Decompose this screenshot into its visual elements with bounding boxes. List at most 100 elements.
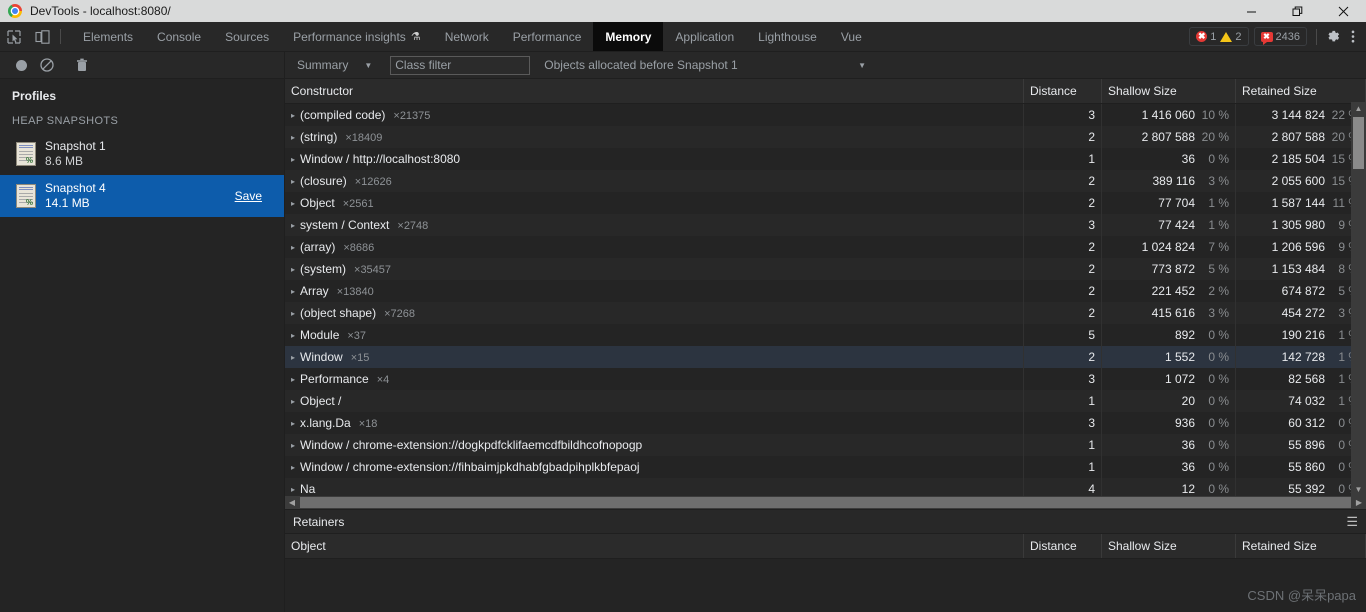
tab-memory[interactable]: Memory [593, 22, 664, 51]
table-row[interactable]: ▸ Window ×15 2 1 552 0 % 142 728 1 % [285, 346, 1366, 368]
retainers-column-distance[interactable]: Distance [1023, 534, 1102, 559]
table-row[interactable]: ▸ (array) ×8686 2 1 024 824 7 % 1 206 596 9 % [285, 236, 1366, 258]
table-row[interactable]: ▸ Module ×37 5 892 0 % 190 216 1 % [285, 324, 1366, 346]
record-button-icon[interactable] [8, 52, 34, 79]
expand-triangle-icon[interactable]: ▸ [291, 375, 295, 384]
tab-console[interactable]: Console [145, 22, 213, 51]
retainers-column-object[interactable]: Object [285, 534, 1024, 559]
column-header-retained-size[interactable]: Retained Size [1235, 79, 1366, 104]
instance-count: ×2748 [397, 220, 429, 232]
snapshot-size: 8.6 MB [45, 154, 84, 168]
toolbar-divider [60, 29, 61, 44]
retainers-column-retained-size[interactable]: Retained Size [1235, 534, 1366, 559]
cell-distance: 2 [1023, 258, 1102, 280]
snapshot-icon [16, 184, 36, 208]
snapshot-item-4[interactable]: Snapshot 4 14.1 MB Save [0, 175, 284, 217]
expand-triangle-icon[interactable]: ▸ [291, 177, 295, 186]
scroll-right-icon[interactable]: ▶ [1352, 498, 1366, 507]
window-controls [1228, 0, 1366, 22]
device-toolbar-icon[interactable] [28, 22, 56, 51]
hamburger-menu-icon[interactable]: ☰ [1346, 515, 1358, 528]
tab-vue[interactable]: Vue [829, 22, 874, 51]
percent: 0 % [1208, 416, 1229, 430]
scroll-up-icon[interactable]: ▲ [1355, 102, 1363, 115]
table-row[interactable]: ▸ (string) ×18409 2 2 807 588 20 % 2 807 588 20… [285, 126, 1366, 148]
watermark: CSDN @呆呆papa [1247, 588, 1356, 603]
table-row[interactable]: ▸ Window / http://localhost:8080 1 36 0 % 2 1… [285, 148, 1366, 170]
expand-triangle-icon[interactable]: ▸ [291, 111, 295, 120]
tab-performance[interactable]: Performance [501, 22, 594, 51]
expand-triangle-icon[interactable]: ▸ [291, 287, 295, 296]
snapshot-name: Snapshot 4 [45, 181, 106, 195]
retainers-column-shallow-size[interactable]: Shallow Size [1101, 534, 1236, 559]
column-header-distance[interactable]: Distance [1023, 79, 1102, 104]
column-header-shallow-size[interactable]: Shallow Size [1101, 79, 1236, 104]
table-row[interactable]: ▸ system / Context ×2748 3 77 424 1 % 1 305 98… [285, 214, 1366, 236]
expand-triangle-icon[interactable]: ▸ [291, 419, 295, 428]
expand-triangle-icon[interactable]: ▸ [291, 265, 295, 274]
column-header-constructor[interactable]: Constructor [285, 79, 1024, 104]
warning-counter[interactable]: 2 [1220, 31, 1242, 43]
table-row[interactable]: ▸ Object / 1 20 0 % 74 032 1 % [285, 390, 1366, 412]
cell-retained-size: 82 568 1 % [1235, 368, 1366, 390]
scroll-left-icon[interactable]: ◀ [285, 498, 299, 507]
expand-triangle-icon[interactable]: ▸ [291, 485, 295, 494]
expand-triangle-icon[interactable]: ▸ [291, 331, 295, 340]
constructors-rows[interactable]: ▸ (compiled code) ×21375 3 1 416 060 10 % 3 14… [285, 104, 1366, 509]
chevron-down-icon: ▼ [364, 60, 373, 70]
restore-button[interactable] [1274, 0, 1320, 22]
tab-elements[interactable]: Elements [71, 22, 145, 51]
table-row[interactable]: ▸ (object shape) ×7268 2 415 616 3 % 454 272 3 … [285, 302, 1366, 324]
cell-constructor: ▸ (system) ×35457 [285, 258, 1024, 280]
inspect-element-icon[interactable] [0, 22, 28, 51]
cell-constructor: ▸ Window / chrome-extension://fihbaimjpkd… [285, 456, 1024, 478]
issues-counter-group[interactable]: ✖ 1 2 [1189, 27, 1249, 46]
scroll-down-icon[interactable]: ▼ [1355, 483, 1363, 496]
expand-triangle-icon[interactable]: ▸ [291, 133, 295, 142]
expand-triangle-icon[interactable]: ▸ [291, 199, 295, 208]
error-counter[interactable]: ✖ 1 [1196, 31, 1216, 43]
message-counter[interactable]: ✖ 2436 [1260, 31, 1300, 45]
message-counter-group[interactable]: ✖ 2436 [1253, 27, 1307, 46]
table-row[interactable]: ▸ Array ×13840 2 221 452 2 % 674 872 5 % [285, 280, 1366, 302]
kebab-menu-icon[interactable] [1346, 29, 1360, 44]
minimize-button[interactable] [1228, 0, 1274, 22]
table-row[interactable]: ▸ (closure) ×12626 2 389 116 3 % 2 055 600 15 % [285, 170, 1366, 192]
table-row[interactable]: ▸ (compiled code) ×21375 3 1 416 060 10 % 3 14… [285, 104, 1366, 126]
retainers-grid-header: Object Distance Shallow Size Retained Si… [285, 534, 1366, 559]
table-row[interactable]: ▸ (system) ×35457 2 773 872 5 % 1 153 484 8 % [285, 258, 1366, 280]
save-snapshot-link[interactable]: Save [235, 189, 274, 203]
view-mode-select[interactable]: Summary ▼ [293, 58, 376, 72]
value: 36 [1181, 438, 1195, 452]
expand-triangle-icon[interactable]: ▸ [291, 463, 295, 472]
trash-icon[interactable] [69, 52, 95, 79]
value: 892 [1174, 328, 1195, 342]
tab-network[interactable]: Network [433, 22, 501, 51]
snapshot-item-1[interactable]: Snapshot 1 8.6 MB [0, 133, 284, 175]
expand-triangle-icon[interactable]: ▸ [291, 441, 295, 450]
grid-vertical-scrollbar[interactable]: ▲ ▼ [1351, 102, 1366, 496]
close-button[interactable] [1320, 0, 1366, 22]
tab-application[interactable]: Application [663, 22, 746, 51]
table-row[interactable]: ▸ Window / chrome-extension://fihbaimjpkd… [285, 456, 1366, 478]
class-filter-input[interactable] [390, 55, 531, 75]
expand-triangle-icon[interactable]: ▸ [291, 353, 295, 362]
horizontal-scroll-thumb[interactable] [300, 497, 1351, 508]
allocation-scope-select[interactable]: Objects allocated before Snapshot 1 ▼ [544, 58, 1366, 72]
table-row[interactable]: ▸ Object ×2561 2 77 704 1 % 1 587 144 11 % [285, 192, 1366, 214]
tab-sources[interactable]: Sources [213, 22, 281, 51]
grid-horizontal-scrollbar[interactable]: ◀ ▶ [285, 496, 1366, 509]
expand-triangle-icon[interactable]: ▸ [291, 309, 295, 318]
expand-triangle-icon[interactable]: ▸ [291, 155, 295, 164]
expand-triangle-icon[interactable]: ▸ [291, 397, 295, 406]
gear-icon[interactable] [1321, 29, 1346, 44]
expand-triangle-icon[interactable]: ▸ [291, 221, 295, 230]
expand-triangle-icon[interactable]: ▸ [291, 243, 295, 252]
table-row[interactable]: ▸ Window / chrome-extension://dogkpdfckli… [285, 434, 1366, 456]
table-row[interactable]: ▸ Performance ×4 3 1 072 0 % 82 568 1 % [285, 368, 1366, 390]
table-row[interactable]: ▸ x.lang.Da ×18 3 936 0 % 60 312 0 % [285, 412, 1366, 434]
no-entry-clear-icon[interactable] [34, 52, 60, 79]
vertical-scroll-thumb[interactable] [1353, 117, 1364, 169]
tab-lighthouse[interactable]: Lighthouse [746, 22, 829, 51]
tab-performance-insights[interactable]: Performance insights ⚗ [281, 22, 433, 51]
